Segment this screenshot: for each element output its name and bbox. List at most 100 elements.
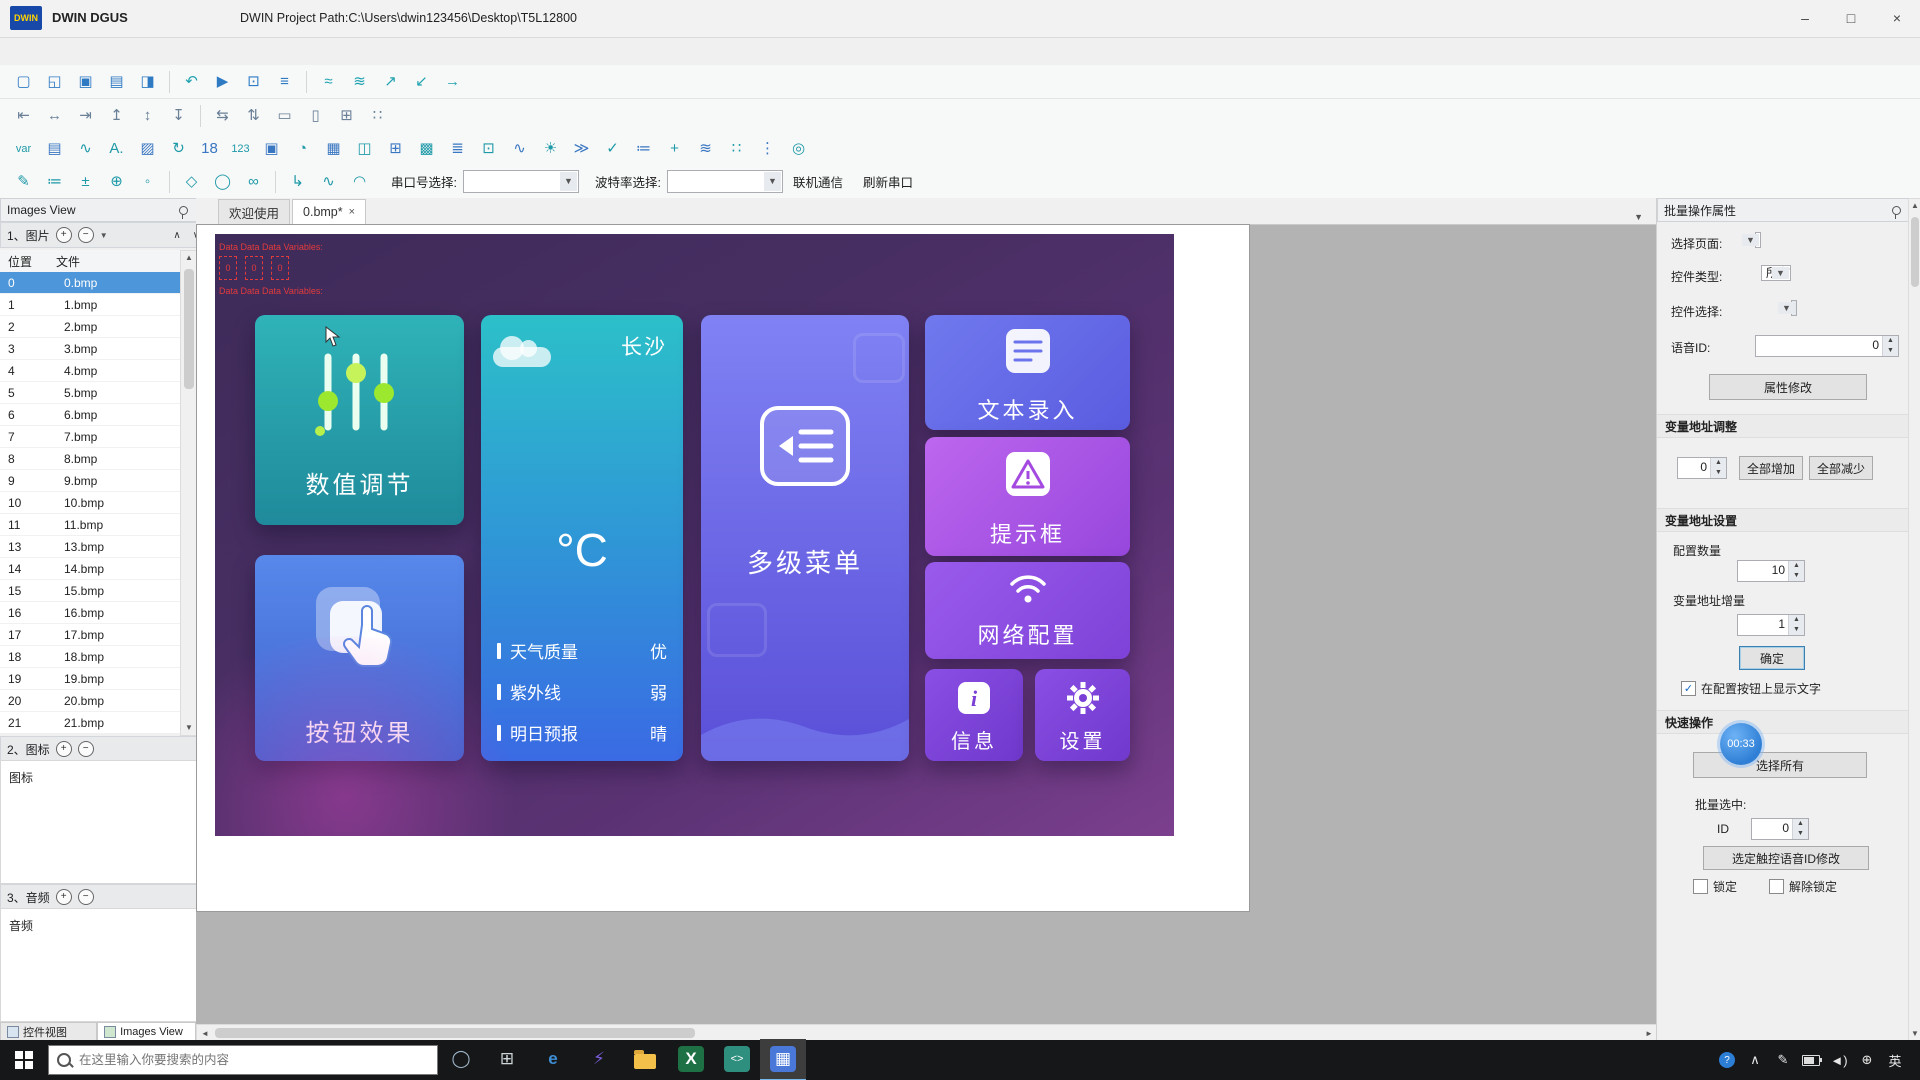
app-vertical-scrollbar[interactable]: ▲ ▼ xyxy=(1908,198,1920,1042)
ime-icon[interactable]: 英 xyxy=(1884,1048,1906,1072)
remove-audio-button[interactable]: − xyxy=(78,889,94,905)
address-increment-spinner[interactable]: ▲▼ xyxy=(1788,615,1804,635)
image-row-10[interactable]: 1010.bmp xyxy=(0,492,180,514)
control-type-dropdown[interactable]: 所有 ▼ xyxy=(1761,265,1791,281)
image-row-7[interactable]: 77.bmp xyxy=(0,426,180,448)
list-icon[interactable]: ≔ xyxy=(630,136,657,162)
new-file-icon[interactable]: ▢ xyxy=(10,69,37,95)
image-row-9[interactable]: 99.bmp xyxy=(0,470,180,492)
same-width-icon[interactable]: ▭ xyxy=(271,103,298,129)
decrease-all-button[interactable]: 全部减少 xyxy=(1809,456,1873,480)
move-up-button[interactable]: ∧ xyxy=(170,230,183,241)
image-row-4[interactable]: 44.bmp xyxy=(0,360,180,382)
config-count-input[interactable]: 10 ▲▼ xyxy=(1737,560,1805,582)
pen-icon[interactable]: ✎ xyxy=(10,169,37,195)
text-display-icon[interactable]: A. xyxy=(103,136,130,162)
link-icon[interactable]: ∞ xyxy=(240,169,267,195)
align-top-icon[interactable]: ↥ xyxy=(103,103,130,129)
scroll-up-icon[interactable]: ▲ xyxy=(185,251,193,265)
menu-list-icon[interactable]: ≣ xyxy=(444,136,471,162)
chevron-up-icon[interactable]: ∧ xyxy=(1744,1048,1766,1072)
tab-current-bmp[interactable]: 0.bmp* × xyxy=(292,199,366,224)
grid-snap-icon[interactable]: ∷ xyxy=(364,103,391,129)
address-adjust-input[interactable]: 0 ▲▼ xyxy=(1677,457,1727,479)
camera-icon[interactable]: ▣ xyxy=(258,136,285,162)
card-alert-box[interactable]: 提示框 xyxy=(925,437,1130,556)
image-row-16[interactable]: 1616.bmp xyxy=(0,602,180,624)
brightness-icon[interactable]: ☀ xyxy=(537,136,564,162)
scroll-down-icon[interactable]: ▼ xyxy=(185,721,193,735)
arrow-branch-icon[interactable]: ↳ xyxy=(284,169,311,195)
grid-icon[interactable]: ∷ xyxy=(723,136,750,162)
download-screen-icon[interactable]: ⊡ xyxy=(240,69,267,95)
layers-icon[interactable]: ≋ xyxy=(692,136,719,162)
checkbox-checked-icon[interactable]: ✓ xyxy=(1681,681,1696,696)
excel-icon[interactable]: X xyxy=(668,1039,714,1079)
scrollbar-thumb[interactable] xyxy=(215,1028,695,1038)
run-icon[interactable]: ▶ xyxy=(209,69,236,95)
tab-list-chevron-icon[interactable]: ▼ xyxy=(1634,212,1643,222)
open-folder-icon[interactable]: ◱ xyxy=(41,69,68,95)
move-icon[interactable]: + xyxy=(661,136,688,162)
wave-icon[interactable]: ∿ xyxy=(315,169,342,195)
add-audio-button[interactable]: + xyxy=(56,889,72,905)
pin-icon[interactable] xyxy=(1892,206,1901,215)
print-preview-icon[interactable]: ◨ xyxy=(134,69,161,95)
config-count-spinner[interactable]: ▲▼ xyxy=(1788,561,1804,581)
curve-icon[interactable]: ∿ xyxy=(72,136,99,162)
rotate-icon[interactable]: ↻ xyxy=(165,136,192,162)
fast-forward-icon[interactable]: ≫ xyxy=(568,136,595,162)
variable-placeholder-box[interactable]: 0 xyxy=(219,256,237,280)
qrcode-icon[interactable]: ▩ xyxy=(413,136,440,162)
wifi-connect-icon[interactable]: ≋ xyxy=(346,69,373,95)
image-row-0[interactable]: 00.bmp xyxy=(0,272,180,294)
align-left-icon[interactable]: ⇤ xyxy=(10,103,37,129)
cortana-icon[interactable]: ◯ xyxy=(438,1039,484,1079)
variable-overlay-text[interactable]: Data Data Data Variables: xyxy=(219,242,323,252)
id-input[interactable]: 0 ▲▼ xyxy=(1751,818,1809,840)
image-row-19[interactable]: 1919.bmp xyxy=(0,668,180,690)
image-row-18[interactable]: 1818.bmp xyxy=(0,646,180,668)
baud-rate-select[interactable]: ▼ xyxy=(667,170,783,193)
same-height-icon[interactable]: ▯ xyxy=(302,103,329,129)
distribute-h-icon[interactable]: ⇆ xyxy=(209,103,236,129)
image-display-icon[interactable]: ▨ xyxy=(134,136,161,162)
card-text-input[interactable]: 文本录入 xyxy=(925,315,1130,430)
pen-input-icon[interactable]: ✎ xyxy=(1772,1048,1794,1072)
undo-icon[interactable]: ↶ xyxy=(178,69,205,95)
image-row-13[interactable]: 1313.bmp xyxy=(0,536,180,558)
scroll-down-icon[interactable]: ▼ xyxy=(1911,1027,1919,1041)
unlock-checkbox-row[interactable]: 解除锁定 xyxy=(1769,878,1837,895)
art-number-icon[interactable]: 18 xyxy=(196,136,223,162)
distribute-v-icon[interactable]: ⇅ xyxy=(240,103,267,129)
list-edit-icon[interactable]: ≔ xyxy=(41,169,68,195)
image-row-6[interactable]: 66.bmp xyxy=(0,404,180,426)
scrollbar-thumb[interactable] xyxy=(184,269,194,389)
data-box-icon[interactable]: ⊞ xyxy=(382,136,409,162)
address-adjust-spinner[interactable]: ▲▼ xyxy=(1710,458,1726,478)
target-icon[interactable]: ⊕ xyxy=(103,169,130,195)
image-row-11[interactable]: 1111.bmp xyxy=(0,514,180,536)
save-all-icon[interactable]: ▤ xyxy=(103,69,130,95)
slider-icon[interactable]: ⋮ xyxy=(754,136,781,162)
scroll-left-icon[interactable]: ◄ xyxy=(197,1029,213,1038)
pin-icon[interactable] xyxy=(179,206,188,215)
image-row-8[interactable]: 88.bmp xyxy=(0,448,180,470)
serial-port-select[interactable]: ▼ xyxy=(463,170,579,193)
time-check-icon[interactable]: ✓ xyxy=(599,136,626,162)
chart-icon[interactable]: ∿ xyxy=(506,136,533,162)
remove-image-button[interactable]: − xyxy=(78,227,94,243)
file-explorer-icon[interactable] xyxy=(622,1039,668,1079)
network-icon[interactable]: ⊕ xyxy=(1856,1048,1878,1072)
connect-button[interactable]: 联机通信 xyxy=(793,172,843,191)
edge-icon[interactable]: e xyxy=(530,1039,576,1079)
confirm-button[interactable]: 确定 xyxy=(1739,646,1805,670)
image-row-5[interactable]: 55.bmp xyxy=(0,382,180,404)
dev-lightning-icon[interactable]: ⚡ xyxy=(576,1039,622,1079)
image-row-1[interactable]: 11.bmp xyxy=(0,294,180,316)
voice-id-input[interactable]: 0 ▲▼ xyxy=(1755,335,1899,357)
exit-icon[interactable]: → xyxy=(439,69,466,95)
clock-icon[interactable]: ◔ xyxy=(289,136,316,162)
chevron-down-icon[interactable]: ▼ xyxy=(100,231,108,240)
refresh-serial-button[interactable]: 刷新串口 xyxy=(863,172,913,191)
